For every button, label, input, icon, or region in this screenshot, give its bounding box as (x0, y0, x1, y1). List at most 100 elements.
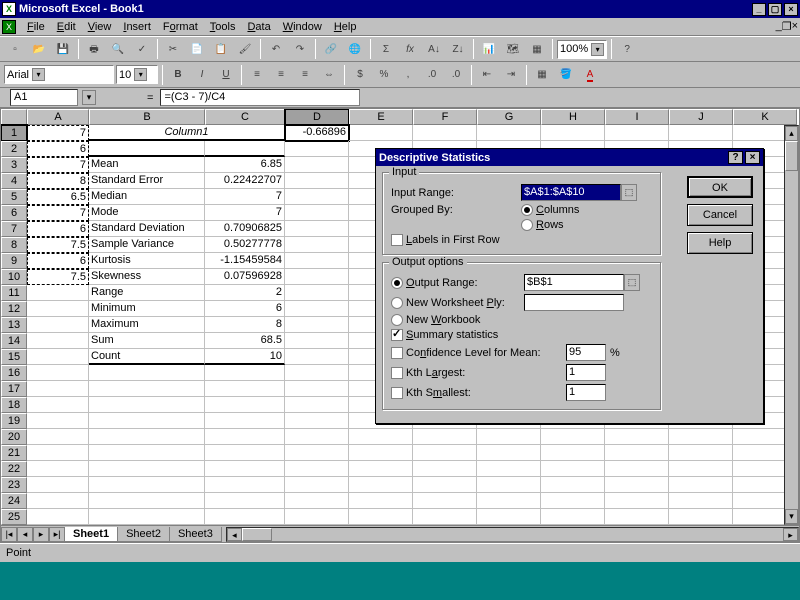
close-button[interactable]: × (784, 3, 798, 16)
cell-D25[interactable] (285, 509, 349, 525)
row-header-14[interactable]: 14 (1, 333, 27, 349)
cell-D10[interactable] (285, 269, 349, 285)
minimize-button[interactable]: _ (752, 3, 766, 16)
cell-J22[interactable] (669, 461, 733, 477)
cell-B2[interactable] (89, 141, 205, 157)
cell-B18[interactable] (89, 397, 205, 413)
cell-A1[interactable]: 7 (27, 125, 89, 141)
cell-F24[interactable] (413, 493, 477, 509)
select-all-corner[interactable] (1, 109, 27, 125)
cell-B10[interactable]: Skewness (89, 269, 205, 285)
cell-B22[interactable] (89, 461, 205, 477)
tab-nav-next[interactable]: ▸ (33, 527, 49, 542)
col-header-K[interactable]: K (733, 109, 797, 125)
dialog-help-button[interactable]: ? (728, 151, 743, 164)
row-header-10[interactable]: 10 (1, 269, 27, 285)
cell-D7[interactable] (285, 221, 349, 237)
cell-A17[interactable] (27, 381, 89, 397)
row-header-2[interactable]: 2 (1, 141, 27, 157)
cell-J1[interactable] (669, 125, 733, 141)
row-header-1[interactable]: 1 (1, 125, 27, 141)
cell-D1[interactable]: -0.66896 (285, 125, 349, 141)
cell-F20[interactable] (413, 429, 477, 445)
dialog-close-button[interactable]: × (745, 151, 760, 164)
menu-edit[interactable]: Edit (51, 19, 82, 35)
row-header-17[interactable]: 17 (1, 381, 27, 397)
comma-button[interactable]: , (397, 64, 419, 85)
cell-G24[interactable] (477, 493, 541, 509)
cell-B16[interactable] (89, 365, 205, 381)
zoom-combo[interactable]: 100%▾ (557, 40, 607, 59)
align-right-button[interactable]: ≡ (294, 64, 316, 85)
kth-smallest-field[interactable]: 1 (566, 384, 606, 401)
input-range-field[interactable]: $A$1:$A$10 (521, 184, 621, 201)
cell-H21[interactable] (541, 445, 605, 461)
cell-A18[interactable] (27, 397, 89, 413)
cell-B17[interactable] (89, 381, 205, 397)
cell-C11[interactable]: 2 (205, 285, 285, 301)
scroll-left-icon[interactable]: ◂ (227, 528, 242, 541)
cell-B25[interactable] (89, 509, 205, 525)
cell-C6[interactable]: 7 (205, 205, 285, 221)
cell-A12[interactable] (27, 301, 89, 317)
vertical-scrollbar[interactable]: ▴ ▾ (784, 125, 799, 525)
cell-A5[interactable]: 6.5 (27, 189, 89, 205)
cell-A13[interactable] (27, 317, 89, 333)
tab-sheet2[interactable]: Sheet2 (117, 527, 170, 542)
sort-desc-button[interactable]: Z↓ (447, 39, 469, 60)
refedit-icon[interactable]: ⬚ (624, 274, 640, 291)
cell-D9[interactable] (285, 253, 349, 269)
scroll-thumb[interactable] (785, 141, 798, 171)
scroll-thumb[interactable] (242, 528, 272, 541)
cell-C16[interactable] (205, 365, 285, 381)
menu-insert[interactable]: Insert (117, 19, 157, 35)
cell-B12[interactable]: Minimum (89, 301, 205, 317)
currency-button[interactable]: $ (349, 64, 371, 85)
cell-I1[interactable] (605, 125, 669, 141)
cell-A4[interactable]: 8 (27, 173, 89, 189)
cell-H25[interactable] (541, 509, 605, 525)
cell-B19[interactable] (89, 413, 205, 429)
menu-format[interactable]: Format (157, 19, 204, 35)
cell-I23[interactable] (605, 477, 669, 493)
cell-A20[interactable] (27, 429, 89, 445)
borders-button[interactable]: ▦ (531, 64, 553, 85)
cell-D14[interactable] (285, 333, 349, 349)
cell-B11[interactable]: Range (89, 285, 205, 301)
cell-C10[interactable]: 0.07596928 (205, 269, 285, 285)
row-header-16[interactable]: 16 (1, 365, 27, 381)
cell-I20[interactable] (605, 429, 669, 445)
tab-nav-prev[interactable]: ◂ (17, 527, 33, 542)
cell-B8[interactable]: Sample Variance (89, 237, 205, 253)
cell-B21[interactable] (89, 445, 205, 461)
fill-color-button[interactable]: 🪣 (555, 64, 577, 85)
cell-D23[interactable] (285, 477, 349, 493)
cell-G23[interactable] (477, 477, 541, 493)
dialog-titlebar[interactable]: Descriptive Statistics ? × (376, 149, 763, 166)
help-button[interactable]: Help (687, 232, 753, 254)
cell-F22[interactable] (413, 461, 477, 477)
cell-J20[interactable] (669, 429, 733, 445)
row-header-23[interactable]: 23 (1, 477, 27, 493)
cell-C21[interactable] (205, 445, 285, 461)
underline-button[interactable]: U (215, 64, 237, 85)
cell-A16[interactable] (27, 365, 89, 381)
cell-J25[interactable] (669, 509, 733, 525)
map-button[interactable]: 🗺 (502, 39, 524, 60)
col-header-F[interactable]: F (413, 109, 477, 125)
cell-C25[interactable] (205, 509, 285, 525)
decrease-indent-button[interactable]: ⇤ (476, 64, 498, 85)
cell-A10[interactable]: 7.5 (27, 269, 89, 285)
decrease-decimal-button[interactable]: .0 (445, 64, 467, 85)
tab-nav-first[interactable]: |◂ (1, 527, 17, 542)
cell-I21[interactable] (605, 445, 669, 461)
cell-B14[interactable]: Sum (89, 333, 205, 349)
row-header-12[interactable]: 12 (1, 301, 27, 317)
cell-A23[interactable] (27, 477, 89, 493)
cell-G1[interactable] (477, 125, 541, 141)
cell-C22[interactable] (205, 461, 285, 477)
merge-center-button[interactable]: ⇔ (318, 64, 340, 85)
undo-button[interactable]: ↶ (265, 39, 287, 60)
namebox-dropdown[interactable]: ▾ (82, 90, 96, 105)
col-header-A[interactable]: A (27, 109, 89, 125)
